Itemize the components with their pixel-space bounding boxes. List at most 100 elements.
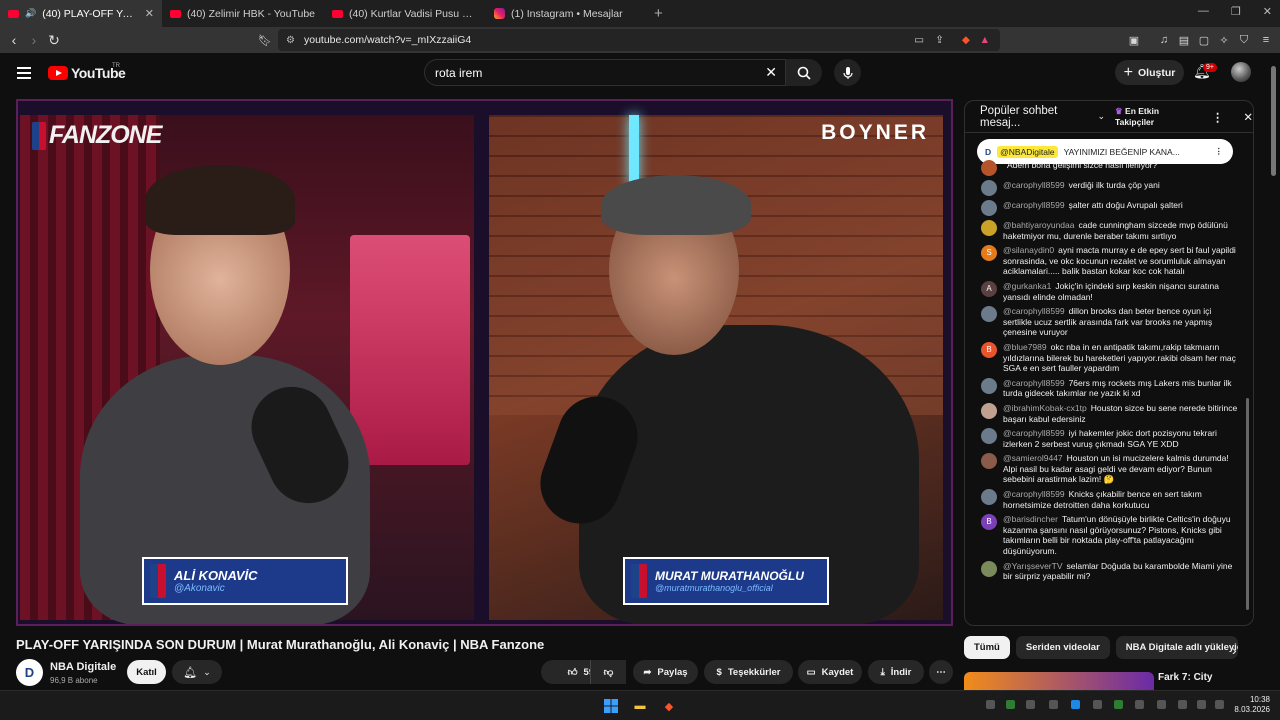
menu-icon[interactable]: ≡ [1257, 31, 1275, 49]
chat-author-name[interactable]: @carophyll8599 [1003, 306, 1065, 316]
forward-icon[interactable]: › [24, 32, 44, 48]
chat-message[interactable]: @carophyll8599 verdiği ilk turda çöp yani [965, 178, 1251, 198]
chat-message[interactable]: @carophyll8599 Knicks çıkabilir bence en … [965, 487, 1251, 512]
chat-author-name[interactable]: @carophyll8599 [1003, 428, 1065, 438]
chat-message[interactable]: @carophyll8599 iyi hakemler jokic dort po… [965, 426, 1251, 451]
chat-author-avatar[interactable]: B [981, 341, 997, 358]
chat-author-name[interactable]: @gurkanka1 [1003, 281, 1051, 291]
share-page-icon[interactable]: ⇪ [935, 34, 944, 46]
thanks-button[interactable]: $ Teşekkürler [704, 660, 793, 684]
chat-scrollbar[interactable] [1246, 398, 1249, 610]
chat-author-name[interactable]: @carophyll8599 [1003, 378, 1065, 388]
bookmark-icon[interactable]: 🔖︎ [256, 31, 274, 49]
chat-message[interactable]: @carophyll8599 dillon brooks dan beter be… [965, 304, 1251, 340]
voice-search-button[interactable] [834, 59, 861, 86]
chat-message[interactable]: B @barisdincher Tatum'un dönüşüyle birlikt… [965, 512, 1251, 558]
brave-browser-icon[interactable]: ◆ [660, 697, 678, 715]
chat-message[interactable]: @carophyll8599 şalter attı doğu Avrupalı … [965, 198, 1251, 218]
tray-app-icon[interactable] [1026, 700, 1035, 709]
chat-message[interactable]: A @gurkanka1 Jokiç'in içindeki sırp keskin… [965, 279, 1251, 304]
back-icon[interactable]: ‹ [4, 32, 24, 48]
more-options-icon[interactable]: ⋮ [1212, 110, 1224, 124]
chat-author-name[interactable]: @carophyll8599 [1003, 489, 1065, 499]
chat-author-avatar[interactable] [981, 306, 997, 323]
tray-app-icon[interactable] [1006, 700, 1015, 709]
clear-search-icon[interactable]: ✕ [765, 64, 777, 81]
chat-author-name[interactable]: @carophyll8599 [1003, 200, 1065, 210]
tray-app-icon[interactable] [1071, 700, 1080, 709]
chevron-right-icon[interactable]: › [1232, 642, 1237, 658]
tray-app-icon[interactable] [1135, 700, 1144, 709]
save-button[interactable]: ▭ Kaydet [798, 660, 862, 684]
browser-tab-1[interactable]: 🔊 (40) PLAY-OFF YARIŞINDA SO ✕ [0, 0, 162, 27]
chat-author-avatar[interactable] [981, 160, 997, 176]
chat-message[interactable]: B @blue7989 okc nba in en antipatik takımı… [965, 340, 1251, 376]
recommended-title[interactable]: Fark 7: City [1158, 672, 1212, 683]
subscription-bell-button[interactable]: 🔔︎ ⌄ [172, 660, 222, 684]
chat-author-avatar[interactable] [981, 560, 997, 577]
url-bar[interactable]: ⚙︎ youtube.com/watch?v=_mIXzzaiiG4 ▭ ⇪ ◆… [278, 29, 1000, 51]
sidebar-icon[interactable]: ▤ [1175, 31, 1193, 49]
browser-tab-4[interactable]: (1) Instagram • Mesajlar [486, 0, 648, 27]
pinned-more-icon[interactable]: ⋮ [1215, 146, 1224, 157]
chevron-down-icon[interactable]: ⌄ [1097, 111, 1105, 122]
more-actions-button[interactable]: ⋯ [929, 660, 953, 684]
top-fans-badge[interactable]: ♛ En Etkin Takipçiler [1115, 106, 1194, 127]
chat-author-avatar[interactable] [981, 453, 997, 470]
chat-author-avatar[interactable] [981, 180, 997, 196]
chat-author-avatar[interactable]: A [981, 280, 997, 297]
rewards-icon[interactable]: ▲ [980, 34, 990, 46]
chat-author-name[interactable]: @YarışseverTV [1003, 561, 1062, 571]
brave-shield-icon[interactable]: ◆ [962, 34, 970, 46]
hamburger-menu-icon[interactable] [17, 67, 31, 79]
chat-author-avatar[interactable]: S [981, 245, 997, 262]
account-avatar[interactable] [1231, 62, 1251, 82]
tray-app-icon[interactable] [1049, 700, 1058, 709]
chip-series[interactable]: Seriden videolar [1015, 636, 1110, 659]
video-player[interactable]: FANZONE BOYNER ALİ KONAVİC @Akonavic MUR… [16, 99, 953, 626]
volume-icon[interactable] [1197, 700, 1206, 709]
page-scrollbar[interactable] [1271, 66, 1276, 176]
chat-author-avatar[interactable] [981, 402, 997, 419]
media-icon[interactable]: ♫ [1155, 31, 1173, 49]
browser-tab-3[interactable]: (40) Kurtlar Vadisi Pusu 194. Bölüm [324, 0, 486, 27]
dislike-button[interactable]: 👎︎ [590, 660, 626, 684]
channel-avatar[interactable]: D [16, 659, 43, 686]
chat-message[interactable]: @samierol9447 Houston un isi mucizelere k… [965, 451, 1251, 487]
chat-author-name[interactable]: @silanaydin0 [1003, 245, 1054, 255]
youtube-logo[interactable]: YouTube TR [48, 63, 126, 81]
chat-author-avatar[interactable]: B [981, 514, 997, 531]
share-button[interactable]: ➦ Paylaş [633, 660, 698, 684]
leo-ai-icon[interactable]: ✧ [1215, 31, 1233, 49]
browser-tab-2[interactable]: (40) Zelimir HBK - YouTube [162, 0, 324, 27]
chat-author-avatar[interactable] [981, 428, 997, 445]
chat-message[interactable]: @carophyll8599 76ers mış rockets mış Lake… [965, 376, 1251, 401]
close-window-icon[interactable]: ✕ [1263, 5, 1272, 18]
new-tab-icon[interactable]: + [654, 5, 663, 22]
create-button[interactable]: + Oluştur [1115, 60, 1184, 85]
microphone-tray-icon[interactable] [1157, 700, 1166, 709]
chip-uploader[interactable]: NBA Digitale adlı yükleyici [1115, 636, 1238, 659]
wallet-icon[interactable]: ▢ [1195, 31, 1213, 49]
chat-author-name[interactable]: @barisdincher [1003, 514, 1058, 524]
chat-author-avatar[interactable] [981, 489, 997, 506]
file-explorer-icon[interactable]: ▬ [631, 697, 649, 715]
chat-mode-dropdown[interactable]: Popüler sohbet mesaj... [980, 105, 1091, 129]
minimize-icon[interactable]: — [1198, 5, 1209, 18]
chat-message[interactable]: Adem bona gelişimi sizce nasıl ilerliyor… [965, 158, 1251, 178]
chat-message[interactable]: @YarışseverTV selamlar Doğuda bu karambol… [965, 559, 1251, 584]
chat-author-avatar[interactable] [981, 200, 997, 216]
system-clock[interactable]: 10:38 8.03.2026 [1234, 695, 1270, 715]
close-chat-icon[interactable]: ✕ [1243, 110, 1253, 124]
chat-author-name[interactable]: @bahtiyaroyundaa [1003, 220, 1074, 230]
battery-icon[interactable] [1215, 700, 1224, 709]
chat-message[interactable]: @ibrahimKobak-cx1tp Houston sizce bu sene… [965, 401, 1251, 426]
cast-icon[interactable]: ▭ [914, 34, 924, 46]
network-icon[interactable] [1178, 700, 1187, 709]
chip-all[interactable]: Tümü [964, 636, 1010, 659]
tray-app-icon[interactable] [1093, 700, 1102, 709]
chat-author-name[interactable]: @ibrahimKobak-cx1tp [1003, 403, 1087, 413]
reload-icon[interactable]: ↻ [44, 32, 64, 49]
tray-app-icon[interactable] [1114, 700, 1123, 709]
site-info-icon[interactable]: ⚙︎ [286, 35, 295, 46]
